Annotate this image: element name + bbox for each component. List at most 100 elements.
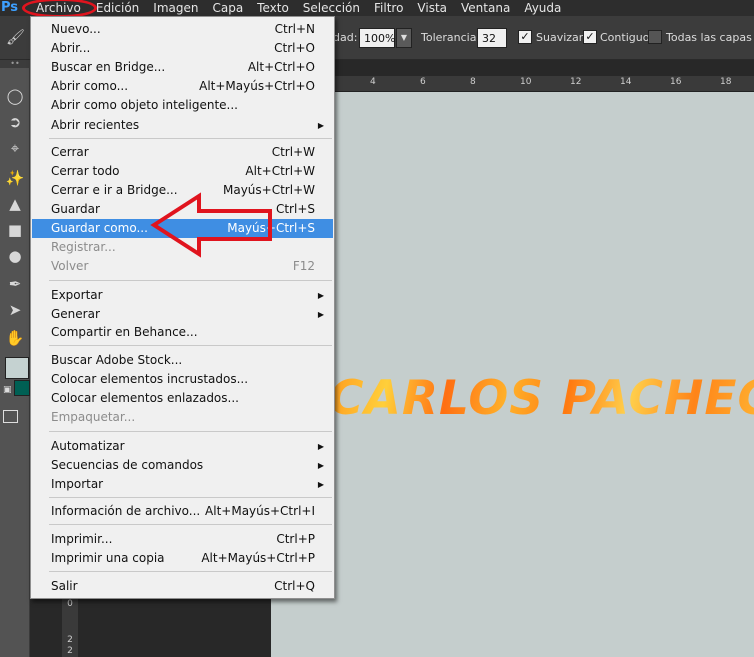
submenu-arrow-icon: ▶: [317, 310, 324, 319]
menu-item-label: Salir: [51, 579, 78, 593]
menu-item-abrir-objeto-inteligente[interactable]: Abrir como objeto inteligente...: [32, 96, 333, 115]
menu-item-registrar: Registrar...: [32, 238, 333, 257]
menu-item-shortcut: Ctrl+W: [271, 145, 315, 159]
ruler-tick: 12: [570, 77, 582, 87]
menu-item-informacion-archivo[interactable]: Información de archivo... Alt+Mayús+Ctrl+…: [32, 502, 333, 521]
stamp-icon[interactable]: ▲: [0, 192, 30, 216]
eraser-icon[interactable]: ■: [0, 218, 30, 242]
background-color-swatch[interactable]: [14, 380, 30, 396]
panel-grip[interactable]: ••: [0, 60, 30, 68]
pen-icon[interactable]: ✒: [0, 272, 30, 296]
marquee-icon[interactable]: ◯: [0, 84, 30, 108]
ruler-tick: 6: [420, 77, 426, 87]
menu-item-label: Importar: [51, 477, 104, 491]
submenu-arrow-icon: ▶: [317, 121, 324, 130]
menu-item-label: Buscar Adobe Stock...: [51, 353, 183, 367]
menu-item-automatizar[interactable]: Automatizar ▶: [32, 437, 333, 456]
default-colors-icon[interactable]: ▣: [3, 385, 13, 395]
submenu-arrow-icon: ▶: [317, 291, 324, 300]
ruler-tick: 8: [470, 77, 476, 87]
menu-item-label: Secuencias de comandos: [51, 458, 204, 472]
menu-item-label: Colocar elementos incrustados...: [51, 372, 249, 386]
vruler-tick: 2: [67, 646, 73, 656]
menu-item-compartir-behance[interactable]: Compartir en Behance...: [32, 323, 333, 342]
menu-item-empaquetar: Empaquetar...: [32, 408, 333, 427]
tolerance-label: Tolerancia:: [421, 31, 481, 44]
crop-icon[interactable]: ⌖: [0, 136, 30, 160]
hand-icon[interactable]: ✋: [0, 326, 30, 350]
menu-item-guardar[interactable]: Guardar Ctrl+S: [32, 200, 333, 219]
menu-item-label: Buscar en Bridge...: [51, 60, 166, 74]
menu-vista[interactable]: Vista: [410, 0, 454, 16]
menu-item-abrir-como[interactable]: Abrir como... Alt+Mayús+Ctrl+O: [32, 77, 333, 96]
menu-item-abrir[interactable]: Abrir... Ctrl+O: [32, 39, 333, 58]
menu-item-volver: Volver F12: [32, 257, 333, 276]
menu-item-buscar-en-bridge[interactable]: Buscar en Bridge... Alt+Ctrl+O: [32, 58, 333, 77]
menu-item-shortcut: Mayús+Ctrl+S: [227, 221, 315, 235]
menu-capa[interactable]: Capa: [205, 0, 250, 16]
menu-item-imprimir-copia[interactable]: Imprimir una copia Alt+Mayús+Ctrl+P: [32, 549, 333, 568]
menu-archivo[interactable]: Archivo: [22, 0, 89, 16]
menu-bar: Ps Archivo Edición Imagen Capa Texto Sel…: [0, 0, 754, 16]
blur-icon[interactable]: ●: [0, 244, 30, 268]
menu-filtro[interactable]: Filtro: [367, 0, 410, 16]
menu-item-label: Empaquetar...: [51, 410, 136, 424]
menu-item-label: Cerrar: [51, 145, 89, 159]
menu-item-label: Volver: [51, 259, 89, 273]
lasso-icon[interactable]: ➲: [0, 110, 30, 134]
menu-item-label: Automatizar: [51, 439, 125, 453]
menu-item-nuevo[interactable]: Nuevo... Ctrl+N: [32, 20, 333, 39]
menu-item-label: Nuevo...: [51, 22, 101, 36]
menu-item-secuencias-comandos[interactable]: Secuencias de comandos ▶: [32, 456, 333, 475]
ruler-tick: 4: [370, 77, 376, 87]
ruler-tick: 14: [620, 77, 632, 87]
menu-item-imprimir[interactable]: Imprimir... Ctrl+P: [32, 530, 333, 549]
opacity-field[interactable]: 100%: [359, 28, 395, 48]
menu-imagen[interactable]: Imagen: [146, 0, 205, 16]
menu-item-label: Exportar: [51, 288, 103, 302]
menu-item-cerrar-ir-bridge[interactable]: Cerrar e ir a Bridge... Mayús+Ctrl+W: [32, 181, 333, 200]
opacity-dropdown-icon[interactable]: ▼: [396, 28, 412, 48]
submenu-arrow-icon: ▶: [317, 480, 324, 489]
tolerance-field[interactable]: 32: [477, 28, 507, 48]
menu-separator: [49, 524, 332, 525]
menu-item-guardar-como[interactable]: Guardar como... Mayús+Ctrl+S: [32, 219, 333, 238]
menu-item-shortcut: Alt+Mayús+Ctrl+P: [201, 551, 315, 565]
canvas-art-text: CARLOS PACHECO: [329, 364, 754, 434]
menu-item-colocar-enlazados[interactable]: Colocar elementos enlazados...: [32, 389, 333, 408]
menu-item-label: Abrir...: [51, 41, 91, 55]
menu-edicion[interactable]: Edición: [89, 0, 146, 16]
contiguous-checkbox[interactable]: ✓: [583, 30, 597, 44]
path-select-icon[interactable]: ➤: [0, 298, 30, 322]
menu-item-salir[interactable]: Salir Ctrl+Q: [32, 577, 333, 596]
menu-item-label: Abrir recientes: [51, 118, 140, 132]
menu-item-colocar-incrustados[interactable]: Colocar elementos incrustados...: [32, 370, 333, 389]
menu-item-buscar-adobe-stock[interactable]: Buscar Adobe Stock...: [32, 351, 333, 370]
menu-item-abrir-recientes[interactable]: Abrir recientes ▶: [32, 116, 333, 135]
menu-ayuda[interactable]: Ayuda: [517, 0, 568, 16]
menu-seleccion[interactable]: Selección: [296, 0, 367, 16]
menu-item-label: Imprimir una copia: [51, 551, 165, 565]
menu-separator: [49, 345, 332, 346]
menu-item-generar[interactable]: Generar ▶: [32, 305, 333, 324]
quick-mask-icon[interactable]: [3, 410, 18, 423]
all-layers-label: Todas las capas: [666, 31, 752, 44]
menu-item-shortcut: Ctrl+O: [274, 41, 315, 55]
menu-texto[interactable]: Texto: [250, 0, 296, 16]
menu-item-exportar[interactable]: Exportar ▶: [32, 286, 333, 305]
tool-preset-icon[interactable]: 🖌: [6, 28, 28, 48]
menu-item-label: Registrar...: [51, 240, 116, 254]
menu-item-label: Colocar elementos enlazados...: [51, 391, 239, 405]
menu-item-shortcut: Alt+Mayús+Ctrl+O: [199, 79, 315, 93]
menu-item-cerrar-todo[interactable]: Cerrar todo Alt+Ctrl+W: [32, 162, 333, 181]
menu-item-label: Guardar como...: [51, 221, 148, 235]
menu-ventana[interactable]: Ventana: [454, 0, 517, 16]
smooth-checkbox[interactable]: ✓: [518, 30, 532, 44]
menu-item-importar[interactable]: Importar ▶: [32, 475, 333, 494]
foreground-color-swatch[interactable]: [5, 357, 29, 379]
healing-brush-icon[interactable]: ✨: [0, 166, 30, 190]
contiguous-label: Contiguo: [600, 31, 650, 44]
all-layers-checkbox[interactable]: [648, 30, 662, 44]
menu-item-cerrar[interactable]: Cerrar Ctrl+W: [32, 143, 333, 162]
menu-separator: [49, 497, 332, 498]
